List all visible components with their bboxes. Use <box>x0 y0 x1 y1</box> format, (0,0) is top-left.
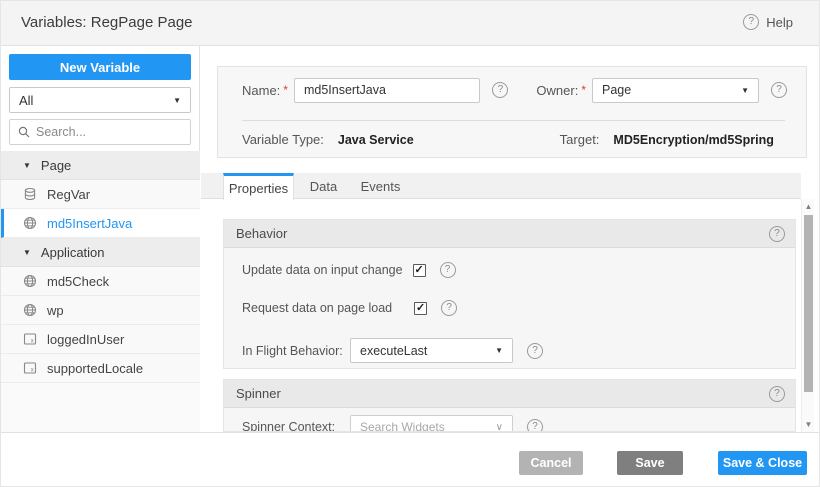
owner-select[interactable]: Page ▼ <box>592 78 759 103</box>
tree-item-md5check[interactable]: md5Check <box>1 267 200 296</box>
in-flight-select[interactable]: executeLast ▼ <box>350 338 513 363</box>
help-question-icon: ? <box>743 14 759 30</box>
spinner-context-field[interactable] <box>360 420 480 432</box>
save-button[interactable]: Save <box>617 451 683 475</box>
detail-tabbar: Properties Data Events <box>201 173 801 199</box>
help-label: Help <box>766 15 793 30</box>
variables-dialog: Variables: RegPage Page ? Help New Varia… <box>0 0 820 487</box>
java-service-icon <box>23 216 37 230</box>
update-data-label: Update data on input change <box>242 263 403 277</box>
tab-properties[interactable]: Properties <box>223 173 294 200</box>
tree-group-label: Page <box>41 158 71 173</box>
search-icon <box>18 126 30 138</box>
spinner-context-label: Spinner Context: <box>242 420 350 432</box>
owner-help-icon[interactable]: ? <box>771 82 787 98</box>
tree-item-label: md5Check <box>47 274 109 289</box>
request-data-checkbox[interactable]: ✓ <box>414 302 427 315</box>
static-variable-icon: x <box>23 332 37 346</box>
update-data-row: Update data on input change ✓ ? <box>224 262 795 278</box>
collapse-triangle-icon: ▼ <box>23 248 31 257</box>
save-and-close-button[interactable]: Save & Close <box>718 451 807 475</box>
in-flight-help-icon[interactable]: ? <box>527 343 543 359</box>
scroll-down-icon[interactable]: ▼ <box>802 420 815 429</box>
tree-group-label: Application <box>41 245 105 260</box>
tree-item-regvar[interactable]: RegVar <box>1 180 200 209</box>
tree-group-application[interactable]: ▼ Application <box>1 238 200 267</box>
in-flight-selected-value: executeLast <box>360 344 427 358</box>
name-label: Name: <box>242 83 280 98</box>
dialog-header: Variables: RegPage Page ? Help <box>1 1 820 46</box>
behavior-title: Behavior <box>236 226 287 241</box>
chevron-down-icon: ∨ <box>496 422 503 433</box>
tree-item-md5insertjava[interactable]: md5InsertJava <box>1 209 200 238</box>
spinner-section-header: Spinner ? <box>224 380 795 408</box>
java-service-icon <box>23 303 37 317</box>
svg-text:x: x <box>31 339 34 345</box>
tree-item-supportedlocale[interactable]: x supportedLocale <box>1 354 200 383</box>
spinner-section: Spinner ? Spinner Context: ∨ ? <box>223 379 796 432</box>
tab-events[interactable]: Events <box>353 173 408 199</box>
help-button[interactable]: ? Help <box>743 14 793 30</box>
dialog-footer: Cancel Save Save & Close <box>1 432 820 487</box>
static-variable-icon: x <box>23 361 37 375</box>
tree-item-label: supportedLocale <box>47 361 143 376</box>
tree-item-label: wp <box>47 303 64 318</box>
tree-item-label: loggedInUser <box>47 332 124 347</box>
tree-item-loggedinuser[interactable]: x loggedInUser <box>1 325 200 354</box>
update-data-help-icon[interactable]: ? <box>440 262 456 278</box>
behavior-section-header: Behavior ? <box>224 220 795 248</box>
variable-detail-pane: Name: * ? Owner: * Page ▼ ? Variable Typ… <box>201 46 820 432</box>
update-data-checkbox[interactable]: ✓ <box>413 264 426 277</box>
target-value: MD5Encryption/md5Spring <box>613 133 773 147</box>
spinner-title: Spinner <box>236 386 281 401</box>
page-title: Variables: RegPage Page <box>21 14 193 31</box>
tree-group-page[interactable]: ▼ Page <box>1 151 200 180</box>
variable-filter-select[interactable]: All ▼ <box>9 87 191 113</box>
content-scrollbar-thumb[interactable] <box>804 215 813 392</box>
svg-text:x: x <box>31 368 34 374</box>
divider <box>242 120 785 121</box>
variable-type-value: Java Service <box>338 133 414 147</box>
variable-search-box[interactable] <box>9 119 191 145</box>
spinner-context-help-icon[interactable]: ? <box>527 419 543 432</box>
target-label: Target: <box>560 132 600 147</box>
database-variable-icon <box>23 187 37 201</box>
search-input[interactable] <box>36 125 166 139</box>
required-marker: * <box>581 83 586 97</box>
required-marker: * <box>283 83 288 97</box>
chevron-down-icon: ▼ <box>495 346 503 355</box>
behavior-help-icon[interactable]: ? <box>769 226 785 242</box>
request-data-label: Request data on page load <box>242 301 392 315</box>
spinner-context-input[interactable]: ∨ <box>350 415 513 432</box>
owner-selected-value: Page <box>602 83 631 97</box>
name-input[interactable] <box>294 78 480 103</box>
chevron-down-icon: ▼ <box>173 96 181 105</box>
tree-item-wp[interactable]: wp <box>1 296 200 325</box>
variables-tree: ▼ Page RegVar md5InsertJava ▼ Applicatio… <box>1 151 200 432</box>
spinner-context-row: Spinner Context: ∨ ? <box>224 415 795 432</box>
cancel-button[interactable]: Cancel <box>519 451 583 475</box>
spinner-help-icon[interactable]: ? <box>769 386 785 402</box>
variables-sidebar: New Variable All ▼ ▼ Page RegVar <box>1 46 200 432</box>
variable-type-label: Variable Type: <box>242 132 324 147</box>
java-service-icon <box>23 274 37 288</box>
behavior-section: Behavior ? Update data on input change ✓… <box>223 219 796 369</box>
request-data-row: Request data on page load ✓ ? <box>224 300 795 316</box>
in-flight-row: In Flight Behavior: executeLast ▼ ? <box>224 338 795 363</box>
owner-label: Owner: <box>536 83 578 98</box>
in-flight-label: In Flight Behavior: <box>242 344 350 358</box>
chevron-down-icon: ▼ <box>741 86 749 95</box>
tab-data[interactable]: Data <box>301 173 346 199</box>
request-data-help-icon[interactable]: ? <box>441 300 457 316</box>
tree-item-label: RegVar <box>47 187 90 202</box>
filter-selected-value: All <box>19 93 33 108</box>
content-scrollbar[interactable]: ▲ ▼ <box>801 199 814 432</box>
name-help-icon[interactable]: ? <box>492 82 508 98</box>
variable-summary-panel: Name: * ? Owner: * Page ▼ ? Variable Typ… <box>217 66 807 158</box>
tree-item-label: md5InsertJava <box>47 216 132 231</box>
scroll-up-icon[interactable]: ▲ <box>802 202 815 211</box>
collapse-triangle-icon: ▼ <box>23 161 31 170</box>
new-variable-button[interactable]: New Variable <box>9 54 191 80</box>
